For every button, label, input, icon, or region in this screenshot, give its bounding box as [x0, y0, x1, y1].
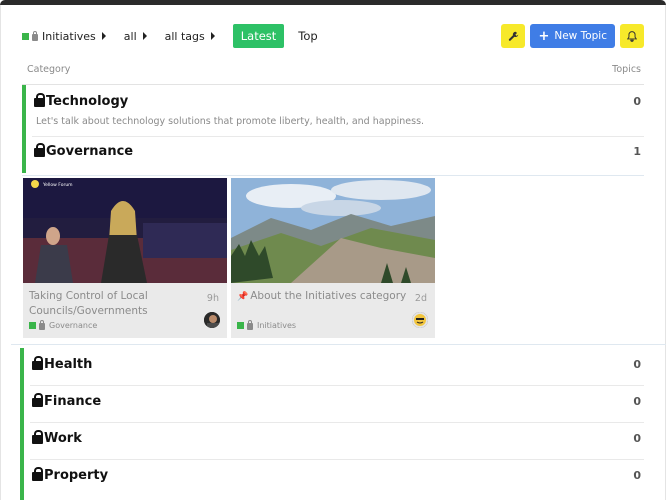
new-topic-button[interactable]: + New Topic — [530, 24, 615, 48]
category-column-header[interactable]: Category — [27, 64, 70, 75]
category-color-swatch — [22, 32, 29, 40]
topic-card-2-title-text: About the Initiatives category — [250, 290, 407, 302]
row-divider — [30, 422, 644, 423]
category-work-name: Work — [44, 431, 82, 446]
avatar[interactable] — [412, 312, 428, 328]
topic-card-1-category-name: Governance — [49, 321, 98, 330]
caret-right-icon — [210, 32, 215, 40]
pin-icon: 📌 — [237, 292, 249, 302]
tab-top[interactable]: Top — [298, 29, 317, 43]
category-dropdown[interactable]: Initiatives — [22, 30, 106, 43]
category-technology-name: Technology — [46, 94, 129, 109]
thumbnail-caption: Yellow Forum — [42, 182, 73, 188]
category-property-name: Property — [44, 468, 109, 483]
bell-icon — [627, 30, 637, 42]
row-divider — [30, 385, 644, 386]
category-governance[interactable]: Governance — [34, 143, 134, 159]
tags-dropdown-label: all tags — [164, 29, 205, 43]
topic-card-1-thumbnail: Yellow Forum — [23, 178, 227, 283]
topic-card-2-age: 2d — [414, 293, 427, 304]
admin-wrench-button[interactable] — [501, 24, 526, 48]
category-governance-count: 1 — [633, 145, 641, 158]
category-finance-name: Finance — [44, 394, 102, 409]
lock-icon — [32, 393, 43, 407]
avatar-image — [412, 312, 428, 328]
lock-icon — [39, 320, 45, 330]
wrench-icon — [508, 31, 519, 41]
topic-card-2-title[interactable]: 📌 About the Initiatives category — [237, 289, 407, 305]
category-technology-description: Let's talk about technology solutions th… — [36, 116, 425, 127]
topic-card-2-category[interactable]: Initiatives — [237, 320, 297, 330]
navigation-bar: Initiatives all all tags Latest Top + Ne… — [22, 24, 644, 48]
category-property[interactable]: Property — [32, 467, 109, 483]
lock-icon — [34, 143, 45, 157]
avatar[interactable] — [204, 312, 220, 328]
category-governance-name: Governance — [46, 144, 134, 159]
topic-card-2[interactable]: 📌 About the Initiatives category 2d Initi… — [231, 178, 435, 338]
lock-icon — [32, 30, 38, 41]
category-color-swatch — [237, 322, 244, 329]
topic-card-1[interactable]: Yellow Forum Taking Control of Local Cou… — [23, 178, 227, 338]
lock-icon — [32, 356, 43, 370]
category-finance-count: 0 — [633, 395, 641, 408]
lock-icon — [247, 320, 253, 330]
subcategory-dropdown[interactable]: all — [124, 30, 147, 43]
category-work-count: 0 — [633, 432, 641, 445]
topic-card-2-category-name: Initiatives — [257, 321, 297, 330]
category-technology-count: 0 — [633, 95, 641, 108]
topic-card-2-thumbnail — [231, 178, 435, 283]
new-topic-label: New Topic — [554, 30, 607, 42]
tags-dropdown[interactable]: all tags — [165, 30, 215, 43]
cards-divider — [11, 344, 666, 345]
category-health-name: Health — [44, 357, 93, 372]
category-property-count: 0 — [633, 469, 641, 482]
avatar-image — [204, 312, 220, 328]
category-health-count: 0 — [633, 358, 641, 371]
caret-right-icon — [142, 32, 147, 40]
category-group-bottom: Health 0 Finance 0 Work 0 Property 0 — [20, 348, 644, 500]
lock-icon — [34, 93, 45, 107]
topic-card-1-category[interactable]: Governance — [29, 320, 98, 330]
topic-card-1-age: 9h — [206, 293, 219, 304]
category-dropdown-label: Initiatives — [42, 29, 96, 43]
plus-icon: + — [538, 28, 550, 44]
category-technology[interactable]: Technology — [34, 93, 129, 109]
topics-column-header[interactable]: Topics — [612, 64, 641, 75]
group-divider — [22, 175, 644, 176]
category-color-swatch — [29, 322, 36, 329]
category-work[interactable]: Work — [32, 430, 82, 446]
tab-latest[interactable]: Latest — [232, 24, 285, 48]
category-group-top: Technology 0 Let's talk about technology… — [22, 85, 644, 173]
lock-icon — [32, 430, 43, 444]
category-health[interactable]: Health — [32, 356, 93, 372]
subcategory-dropdown-label: all — [123, 29, 137, 43]
topic-card-1-title[interactable]: Taking Control of Local Councils/Governm… — [29, 289, 199, 319]
row-divider — [30, 459, 644, 460]
category-finance[interactable]: Finance — [32, 393, 102, 409]
row-divider — [32, 136, 644, 137]
caret-right-icon — [101, 32, 106, 40]
lock-icon — [32, 467, 43, 481]
notifications-bell-button[interactable] — [620, 24, 644, 48]
